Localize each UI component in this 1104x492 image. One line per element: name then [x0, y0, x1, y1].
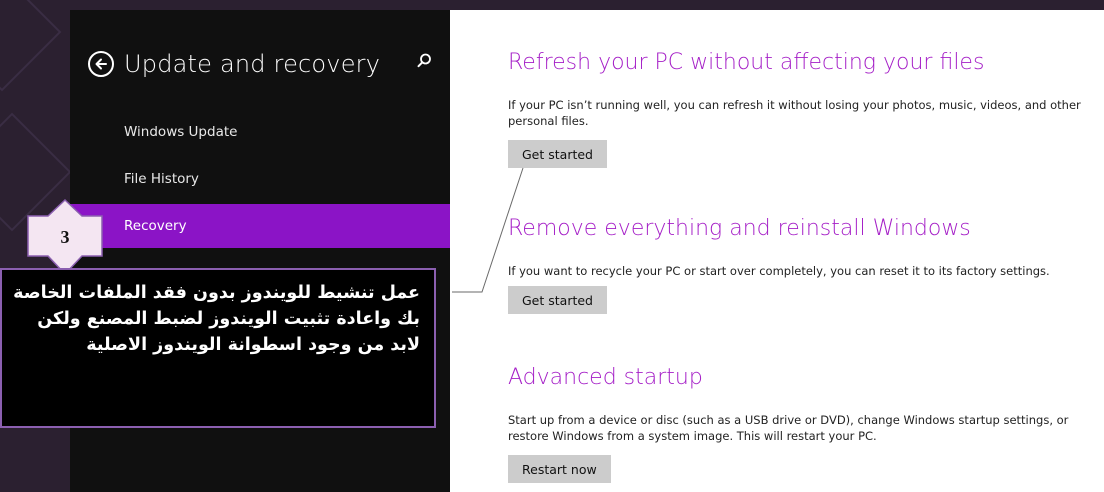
- step-number: 3: [60, 226, 70, 247]
- annotation-callout: عمل تنشيط للويندوز بدون فقد الملفات الخا…: [0, 268, 436, 428]
- nav-item-file-history[interactable]: File History: [70, 157, 450, 201]
- nav-item-recovery[interactable]: Recovery: [70, 204, 450, 248]
- nav-item-label: File History: [124, 171, 199, 187]
- back-arrow-icon[interactable]: [88, 51, 114, 77]
- nav-item-windows-update[interactable]: Windows Update: [70, 110, 450, 154]
- section-title-refresh: Refresh your PC without affecting your f…: [508, 50, 985, 75]
- nav-item-label: Recovery: [124, 218, 187, 234]
- reset-get-started-button[interactable]: Get started: [508, 286, 607, 314]
- nav-item-label: Windows Update: [124, 124, 238, 140]
- section-desc-advanced-startup: Start up from a device or disc (such as …: [508, 413, 1069, 443]
- restart-now-button[interactable]: Restart now: [508, 455, 611, 483]
- pane-header: Update and recovery: [88, 48, 380, 80]
- frame-top: [0, 0, 1104, 10]
- refresh-get-started-button[interactable]: Get started: [508, 140, 607, 168]
- recovery-content: Refresh your PC without affecting your f…: [450, 10, 1104, 492]
- section-title-reset: Remove everything and reinstall Windows: [508, 216, 971, 241]
- page-title: Update and recovery: [124, 50, 381, 78]
- section-desc-reset: If you want to recycle your PC or start …: [508, 264, 1050, 278]
- section-desc-refresh: If your PC isn’t running well, you can r…: [508, 98, 1081, 128]
- section-title-advanced-startup: Advanced startup: [508, 365, 703, 390]
- search-icon[interactable]: [414, 51, 434, 71]
